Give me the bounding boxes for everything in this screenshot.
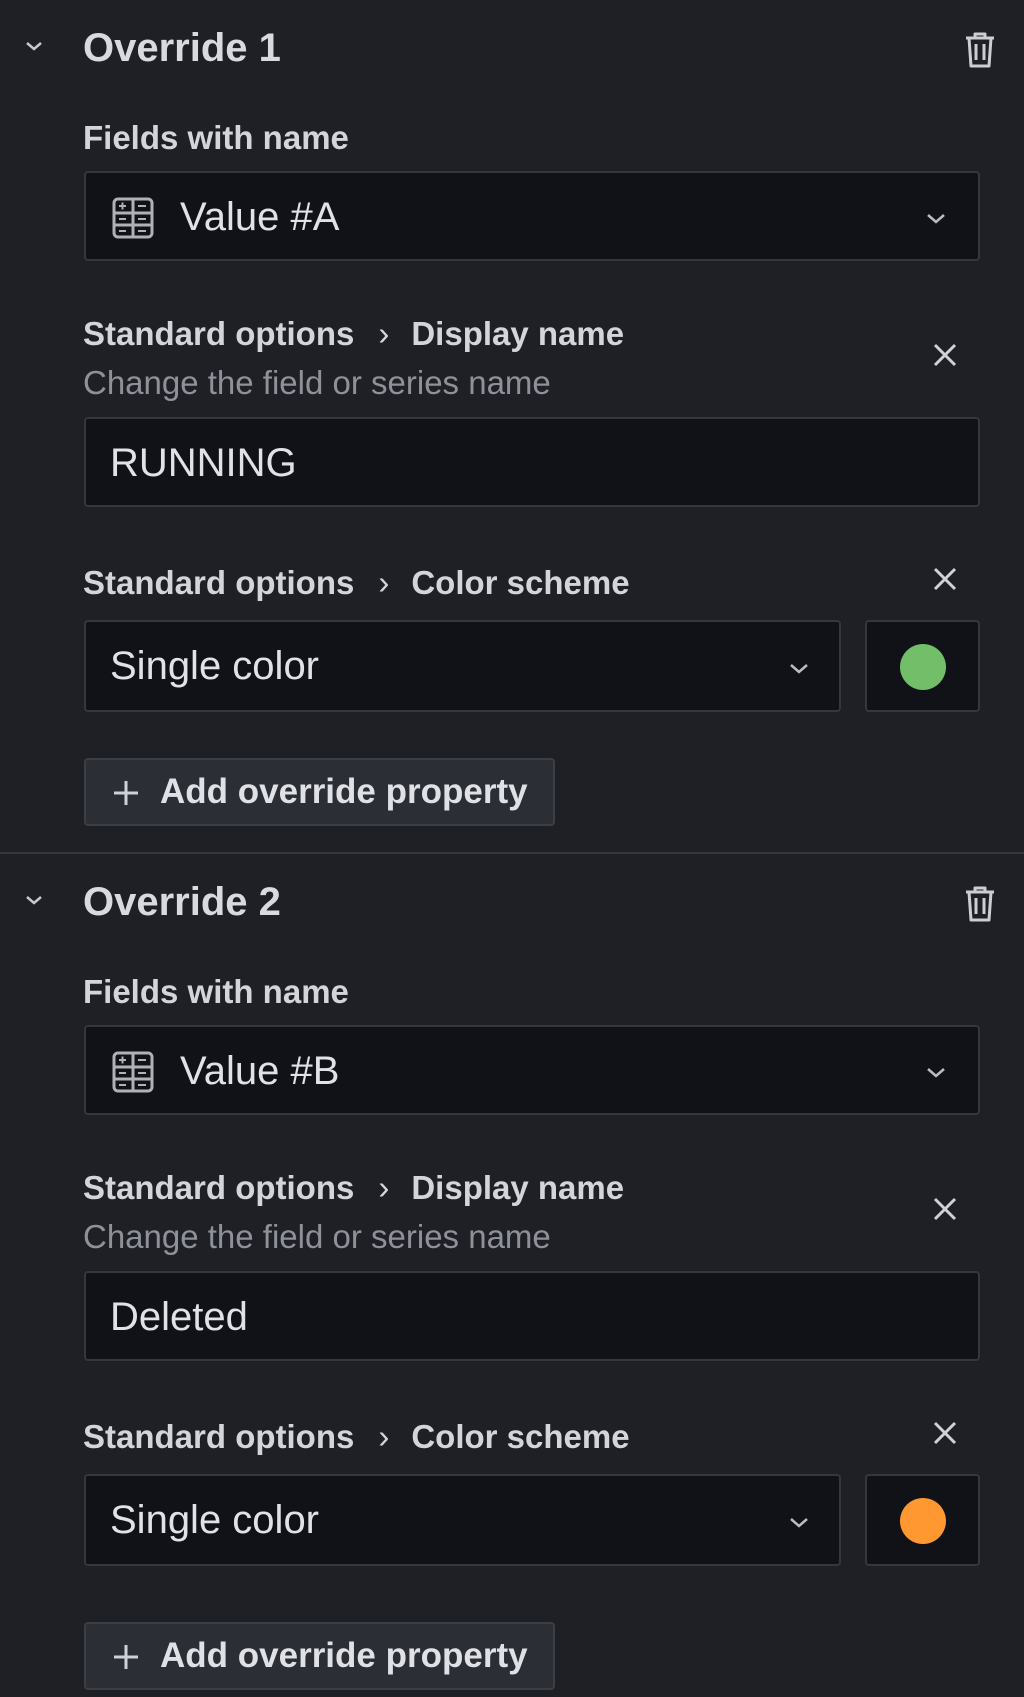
chevron-down-icon [790,1518,808,1528]
matcher-label: Fields with name [83,973,349,1010]
property-description: Change the field or series name [83,1218,551,1255]
color-scheme-value: Single color [110,1498,320,1542]
field-table-icon [112,1051,154,1093]
breadcrumb-chevron-icon: › [378,1418,390,1455]
plus-icon [114,781,138,805]
chevron-down-icon [790,664,808,674]
display-name-value: Deleted [110,1295,248,1339]
add-override-property-button[interactable]: Add override property [84,1622,555,1690]
color-swatch [900,644,946,690]
field-name-select[interactable]: Value #A [84,171,980,261]
color-scheme-select[interactable]: Single color [84,1474,841,1566]
color-scheme-path: Standard options › Color scheme [83,563,630,603]
display-name-path: Standard options › Display name [83,314,624,354]
add-override-property-button[interactable]: Add override property [84,758,555,826]
color-scheme-select[interactable]: Single color [84,620,841,712]
add-override-property-label: Add override property [160,772,528,811]
override-1: Override 1 Fields with name Value #A Sta… [0,0,1024,852]
breadcrumb-chevron-icon: › [378,564,390,601]
override-2: Override 2 Fields with name Value #B Sta… [0,852,1024,1697]
chevron-down-icon [927,214,945,224]
close-icon[interactable] [930,564,960,594]
breadcrumb-chevron-icon: › [378,315,390,352]
category-label: Standard options [83,315,355,352]
color-scheme-path: Standard options › Color scheme [83,1417,630,1457]
property-label: Color scheme [411,1418,630,1455]
collapse-chevron-icon[interactable] [22,888,46,912]
property-label: Display name [411,315,625,352]
close-icon[interactable] [930,340,960,370]
close-icon[interactable] [930,1418,960,1448]
category-label: Standard options [83,564,355,601]
chevron-down-icon [927,1068,945,1078]
field-table-icon [112,197,154,239]
override-title: Override 1 [83,26,281,70]
property-label: Display name [411,1169,625,1206]
color-scheme-value: Single color [110,644,320,688]
property-description: Change the field or series name [83,364,551,401]
override-title: Override 2 [83,880,281,924]
field-name-select[interactable]: Value #B [84,1025,980,1115]
color-swatch-button[interactable] [865,1474,980,1566]
add-override-property-label: Add override property [160,1636,528,1675]
field-name-value: Value #B [180,1049,340,1093]
plus-icon [114,1645,138,1669]
display-name-value: RUNNING [110,441,297,485]
color-swatch-button[interactable] [865,620,980,712]
category-label: Standard options [83,1418,355,1455]
collapse-chevron-icon[interactable] [22,34,46,58]
trash-icon[interactable] [958,882,1002,926]
category-label: Standard options [83,1169,355,1206]
matcher-label: Fields with name [83,119,349,156]
display-name-input[interactable]: Deleted [84,1271,980,1361]
display-name-path: Standard options › Display name [83,1168,624,1208]
display-name-input[interactable]: RUNNING [84,417,980,507]
field-name-value: Value #A [180,195,340,239]
breadcrumb-chevron-icon: › [378,1169,390,1206]
color-swatch [900,1498,946,1544]
close-icon[interactable] [930,1194,960,1224]
trash-icon[interactable] [958,28,1002,72]
property-label: Color scheme [411,564,630,601]
